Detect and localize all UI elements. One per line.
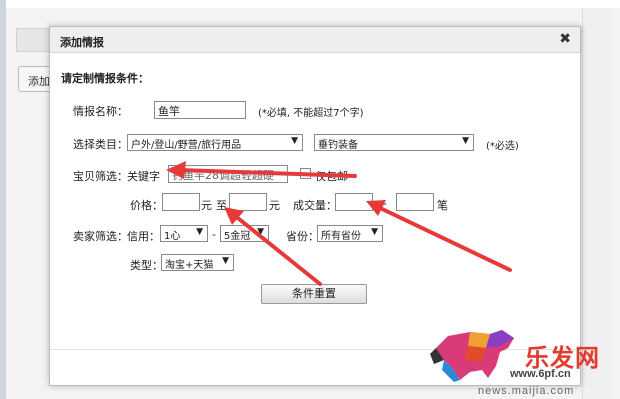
credit-min-select[interactable]: 1心 ▼: [160, 225, 208, 242]
price-unit-1: 元: [201, 199, 212, 212]
category-secondary-value: 垂钓装备: [318, 140, 358, 151]
chevron-down-icon: ▼: [371, 227, 378, 237]
keyword-input[interactable]: 钓鱼竿28调超轻超硬: [168, 165, 288, 183]
type-value: 淘宝+天猫: [165, 260, 214, 271]
chevron-down-icon: ▼: [257, 227, 264, 237]
province-select[interactable]: 所有省份 ▼: [317, 225, 383, 242]
credit-dash: -: [212, 228, 216, 241]
price-unit-2: 元: [269, 199, 280, 212]
name-input[interactable]: 鱼竿: [154, 101, 246, 119]
credit-min-value: 1心: [164, 231, 181, 242]
category-label: 选择类目：: [73, 138, 128, 151]
credit-max-value: 5金冠: [224, 231, 251, 242]
province-value: 所有省份: [321, 231, 361, 242]
price-min-input[interactable]: [162, 193, 200, 211]
volume-unit: 笔: [437, 199, 448, 212]
watermark-url-1: www.6pf.cn: [510, 368, 571, 380]
close-icon[interactable]: ✖: [559, 31, 571, 47]
section-heading: 请定制情报条件：: [61, 72, 149, 85]
price-max-input[interactable]: [229, 193, 267, 211]
chevron-down-icon: ▼: [291, 136, 298, 146]
credit-max-select[interactable]: 5金冠 ▼: [220, 225, 269, 242]
background-add-button[interactable]: 添加: [18, 66, 52, 92]
credit-label: 信用：: [127, 230, 160, 243]
reset-conditions-button[interactable]: 条件重置: [261, 284, 367, 304]
seller-label: 卖家筛选：: [73, 230, 128, 243]
volume-min-input[interactable]: [335, 193, 373, 211]
price-to: 至: [216, 199, 227, 212]
price-label: 价格：: [130, 199, 163, 212]
type-label: 类型：: [130, 259, 163, 272]
name-hint: (*必填, 不能超过7个字): [258, 108, 364, 119]
background-top-bar: [0, 0, 620, 8]
watermark-url-2: news.maijia.com: [478, 385, 575, 397]
bull-logo-icon: [430, 330, 514, 382]
volume-dash: -: [383, 197, 387, 210]
province-label: 省份：: [286, 230, 319, 243]
category-primary-select[interactable]: 户外/登山/野营/旅行用品 ▼: [127, 134, 303, 151]
dialog-title: 添加情报: [60, 36, 104, 49]
chevron-down-icon: ▼: [462, 136, 469, 146]
category-secondary-select[interactable]: 垂钓装备 ▼: [314, 134, 474, 151]
category-primary-value: 户外/登山/野营/旅行用品: [131, 140, 242, 151]
category-hint: (*必选): [486, 141, 519, 152]
chevron-down-icon: ▼: [222, 256, 229, 266]
free-shipping-checkbox[interactable]: [300, 168, 311, 179]
volume-max-input[interactable]: [396, 193, 434, 211]
dialog-header: 添加情报 ✖: [50, 27, 580, 53]
name-label: 情报名称：: [73, 105, 128, 118]
volume-label: 成交量：: [293, 199, 337, 212]
keyword-label: 关键字: [127, 170, 160, 183]
background-left-strip: [0, 0, 6, 399]
free-shipping-label: 仅包邮: [315, 170, 348, 183]
filter-label: 宝贝筛选：: [73, 170, 128, 183]
type-select[interactable]: 淘宝+天猫 ▼: [161, 254, 234, 271]
chevron-down-icon: ▼: [196, 227, 203, 237]
